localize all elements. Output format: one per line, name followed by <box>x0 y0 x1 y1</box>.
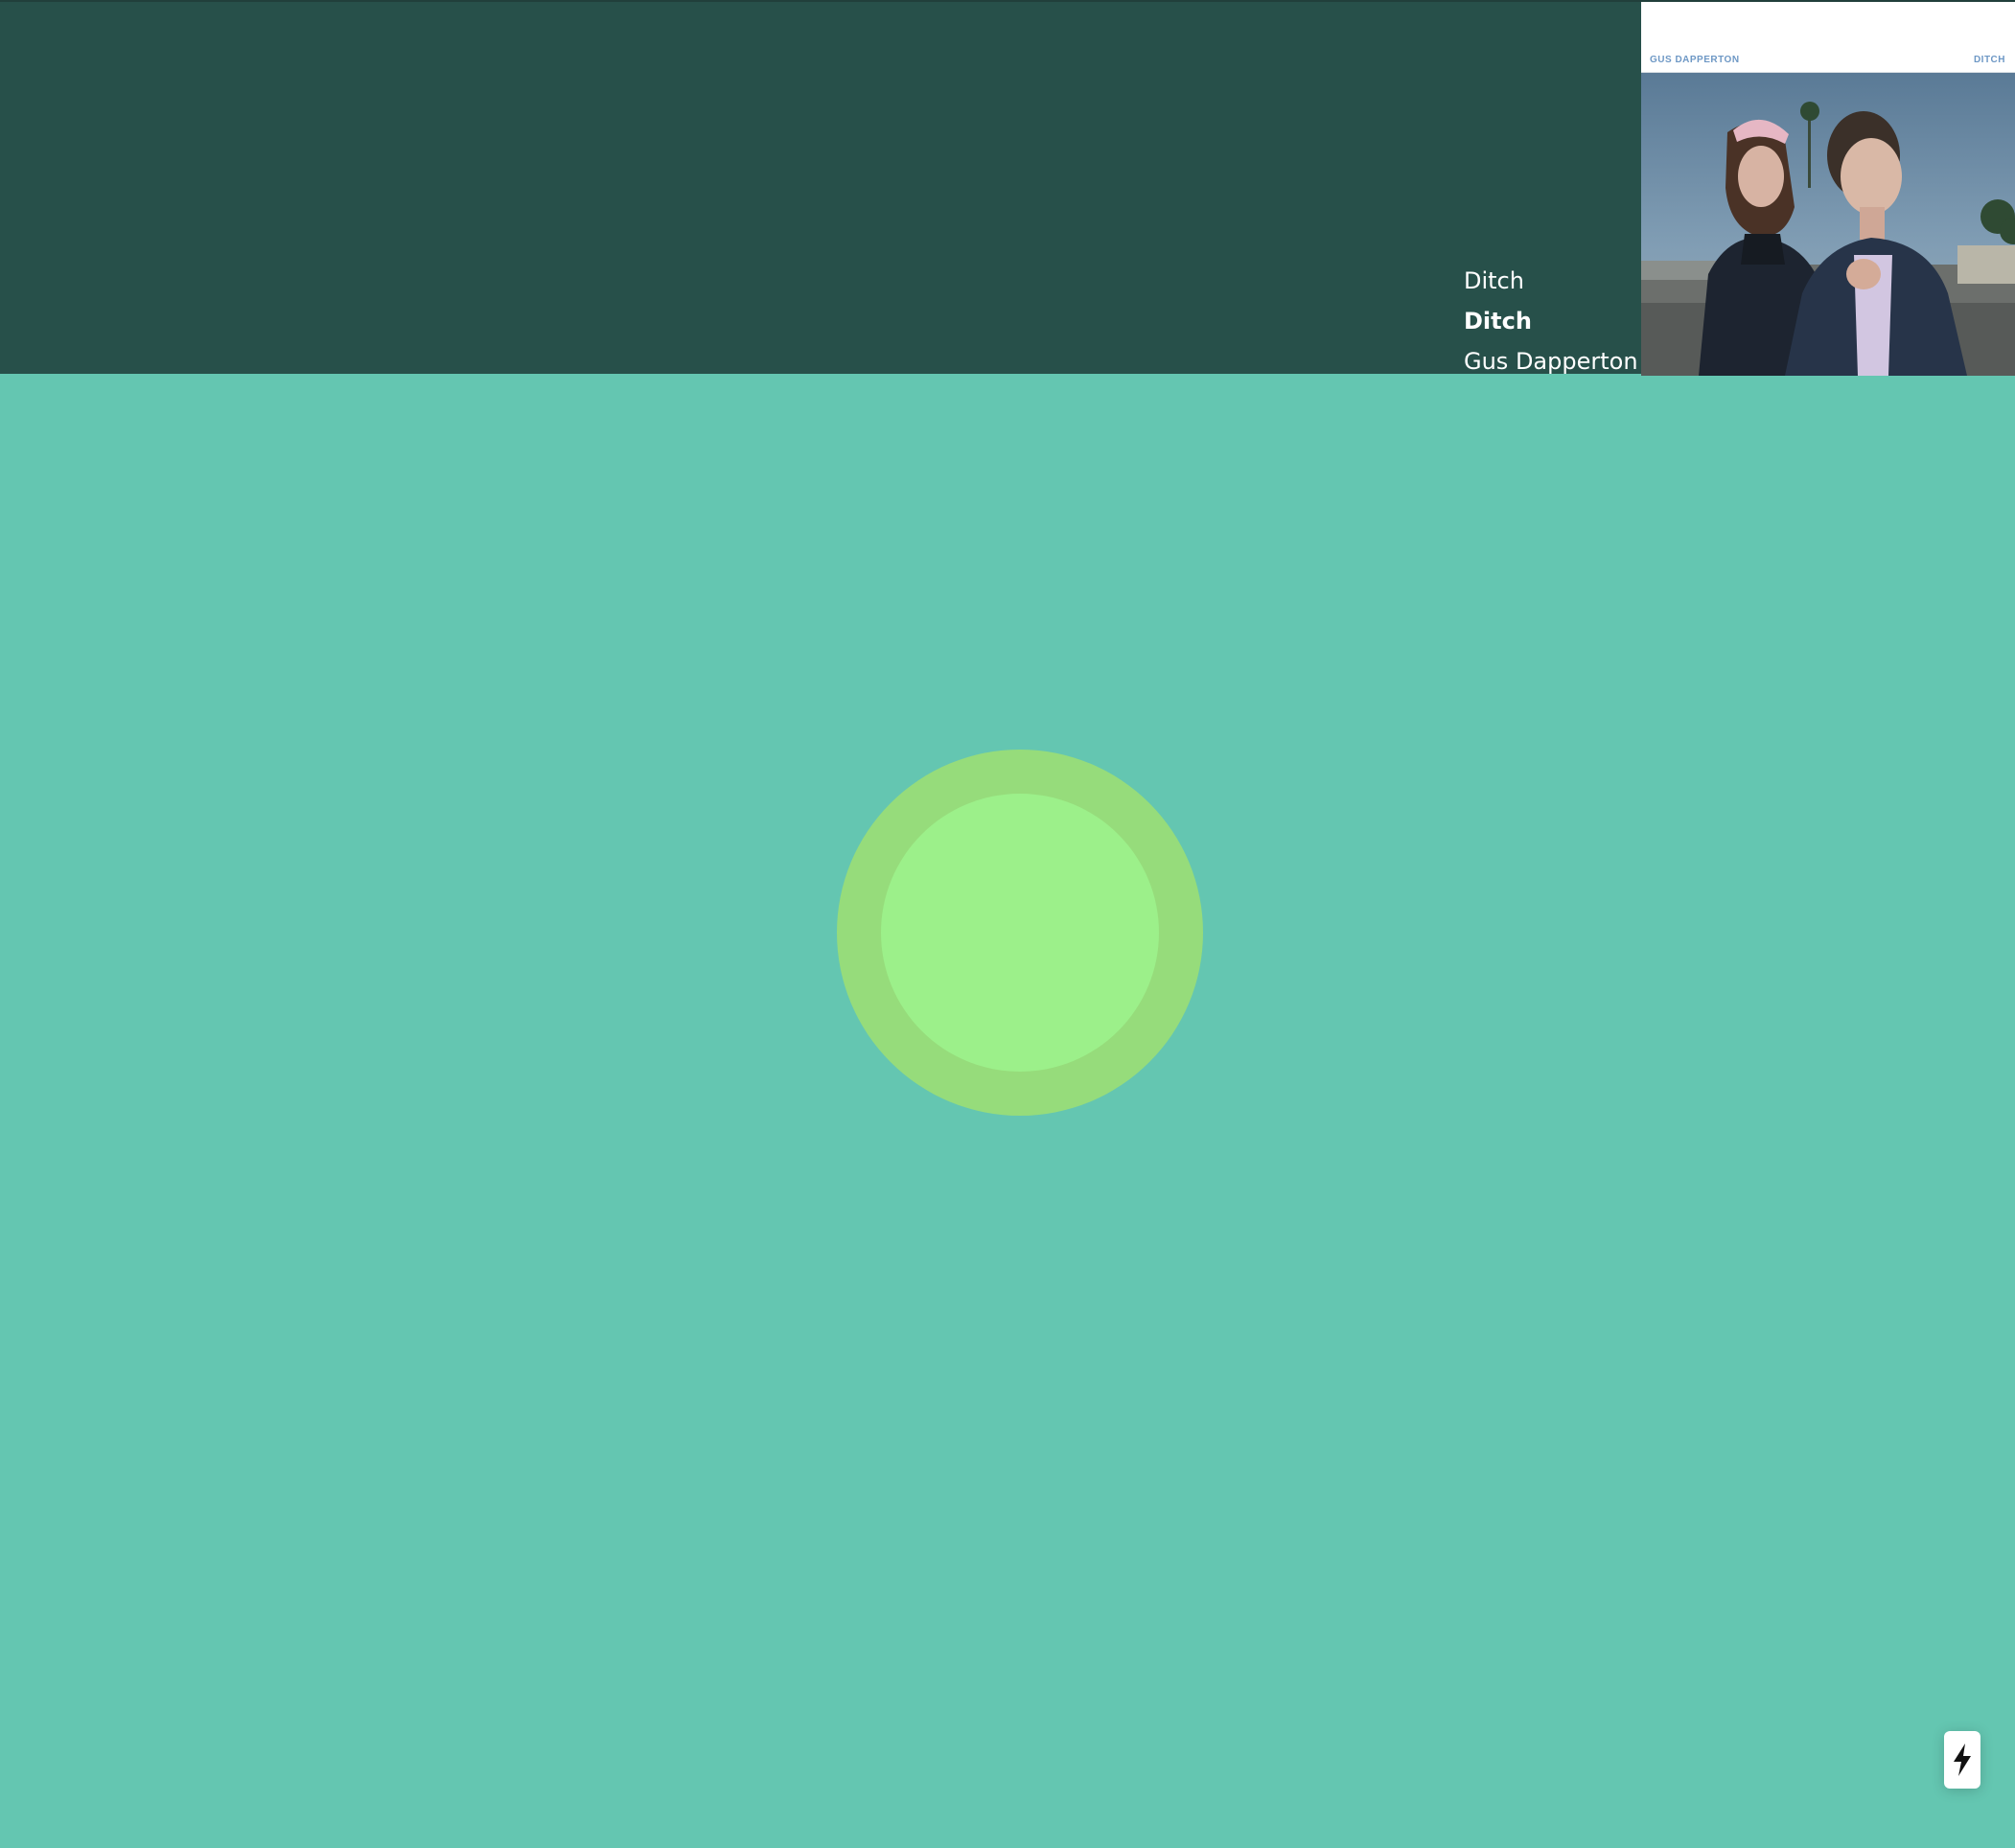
album-name: Ditch <box>1464 267 1524 294</box>
playback-visualizer-circle <box>837 750 1203 1116</box>
lightning-bolt-icon <box>1954 1744 1971 1776</box>
visualizer-inner-circle <box>881 794 1159 1072</box>
track-name: Ditch <box>1464 308 1532 335</box>
track-info: Ditch Ditch Gus Dapperton <box>1464 261 1638 381</box>
cover-photo <box>1641 73 2015 376</box>
album-cover: GUS DAPPERTON DITCH <box>1641 2 2015 376</box>
lightning-action-button[interactable] <box>1944 1731 1980 1789</box>
artist-name: Gus Dapperton <box>1464 348 1638 375</box>
cover-artist-text: GUS DAPPERTON <box>1650 55 1740 65</box>
cover-text-band: GUS DAPPERTON DITCH <box>1641 2 2015 73</box>
cover-title-text: DITCH <box>1973 55 2005 65</box>
now-playing-header: Ditch Ditch Gus Dapperton GUS DAPPERTON … <box>0 0 2015 376</box>
